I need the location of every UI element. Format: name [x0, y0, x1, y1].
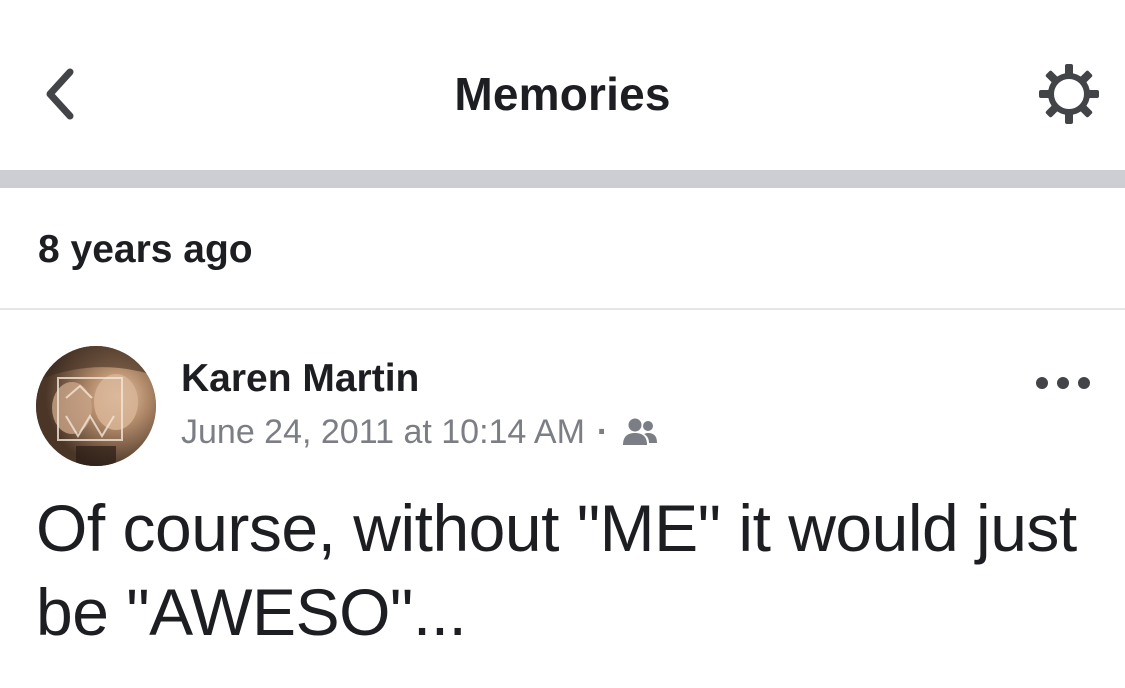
post-more-button[interactable]	[1035, 366, 1091, 400]
avatar-image	[36, 346, 156, 466]
page-title: Memories	[454, 68, 671, 120]
memory-date-label: 8 years ago	[38, 228, 253, 271]
header-divider	[0, 170, 1125, 188]
post-meta: June 24, 2011 at 10:14 AM ·	[181, 409, 658, 455]
avatar[interactable]	[36, 346, 156, 466]
post-timestamp[interactable]: June 24, 2011 at 10:14 AM	[181, 409, 585, 455]
memories-screen: Memories 8 years ago Karen Martin June 2…	[0, 0, 1125, 688]
settings-button[interactable]	[1031, 56, 1107, 132]
nav-header: Memories	[0, 0, 1125, 170]
post-author-name[interactable]: Karen Martin	[181, 354, 419, 404]
post-body-text: Of course, without "ME" it would just be…	[36, 491, 1077, 649]
friends-icon[interactable]	[622, 417, 658, 447]
more-horizontal-icon	[1036, 377, 1090, 389]
section-divider	[0, 308, 1125, 310]
meta-separator: ·	[596, 413, 609, 451]
gear-icon	[1039, 64, 1099, 124]
